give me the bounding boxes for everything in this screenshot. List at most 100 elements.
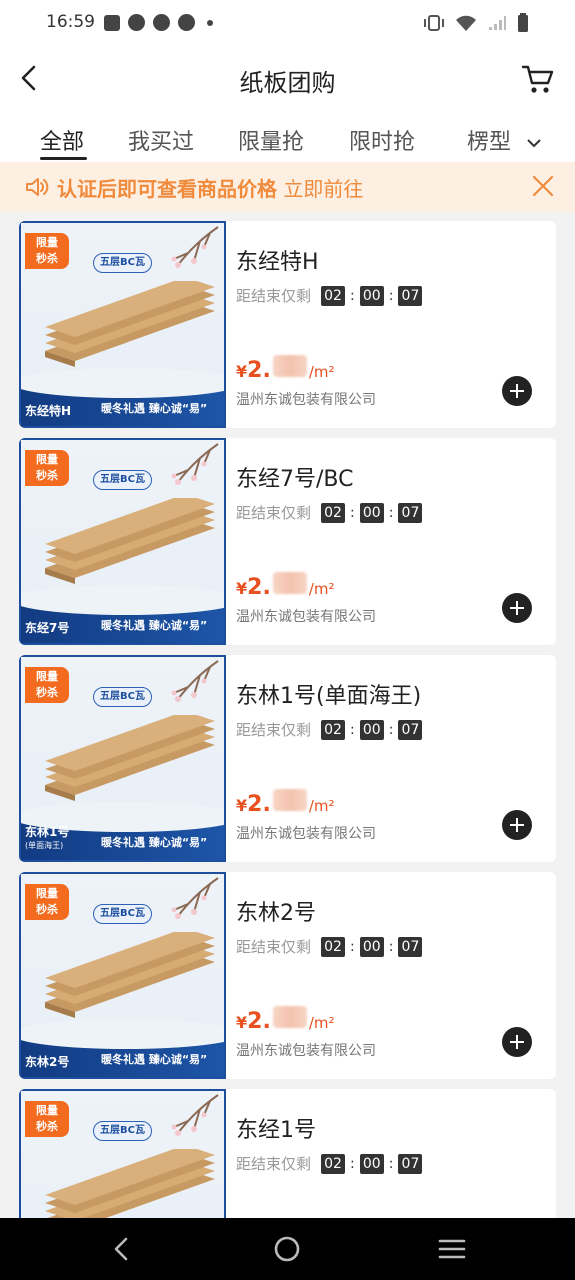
active-tab-indicator [40, 157, 87, 160]
price-hidden-blur [272, 789, 307, 811]
countdown: 距结束仅剩 02 : 00 : 07 [236, 1153, 423, 1174]
product-name: 东林1号(单面海王) [236, 684, 422, 709]
product-image: 限量 秒杀 五层BC瓦 东林1号 (单面海王) 暖冬礼遇 臻心诚“易” [19, 655, 226, 862]
price-hidden-blur [272, 355, 307, 377]
add-to-cart-button[interactable] [502, 376, 532, 406]
battery-icon [518, 13, 528, 32]
system-navigation-bar [0, 1218, 575, 1280]
close-icon[interactable] [531, 174, 555, 198]
currency-symbol: ¥ [236, 1013, 248, 1032]
cardboard-stack-illustration [45, 281, 215, 367]
product-image: 限量 秒杀 五层BC瓦 东经特H 暖冬礼遇 臻心诚“易” [19, 221, 226, 428]
product-image: 限量秒杀 五层BC瓦 暖冬礼遇 臻心诚“易” [19, 1089, 226, 1218]
countdown-seconds: 07 [398, 1153, 423, 1174]
ply-badge: 五层BC瓦 [93, 904, 152, 924]
supplier-name: 温州东诚包装有限公司 [236, 826, 376, 842]
nav-back-icon[interactable] [108, 1235, 136, 1263]
price-unit: /m² [308, 1014, 335, 1032]
image-slogan: 暖冬礼遇 臻心诚“易” [101, 1053, 208, 1066]
ply-badge: 五层BC瓦 [93, 470, 152, 490]
header: 纸板团购 [0, 46, 575, 112]
image-product-name: 东经7号 [25, 621, 70, 635]
price-visible: 2. [247, 575, 271, 600]
product-image: 限量 秒杀 五层BC瓦 东林2号 暖冬礼遇 臻心诚“易” [19, 872, 226, 1079]
tab-flute-type-label: 楞型 [467, 130, 512, 155]
countdown-label: 距结束仅剩 [236, 1155, 312, 1173]
countdown-seconds: 07 [398, 936, 423, 957]
price-unit: /m² [308, 363, 335, 381]
app-notification-icon [178, 14, 195, 31]
ply-badge: 五层BC瓦 [93, 687, 152, 707]
countdown-minutes: 00 [359, 719, 384, 740]
system-icons [423, 13, 529, 33]
image-product-name: 东经特H [25, 404, 72, 418]
app-notification-icon [153, 14, 170, 31]
notice-link[interactable]: 立即前往 [283, 177, 363, 201]
supplier-name: 温州东诚包装有限公司 [236, 1043, 376, 1059]
promo-badge: 限量 秒杀 [25, 1101, 69, 1137]
product-info: 东林2号 距结束仅剩 02 : 00 : 07 ¥ 2. /m² 温州东诚包装有… [236, 872, 546, 1079]
price-hidden-blur [272, 572, 307, 594]
countdown-hours: 02 [321, 719, 346, 740]
product-card[interactable]: 限量 秒杀 五层BC瓦 东林2号 暖冬礼遇 臻心诚“易” 东林2号 距结束仅剩 0… [19, 872, 556, 1079]
notice-text: 认证后即可查看商品价格 立即前往 [57, 173, 363, 202]
cardboard-stack-illustration [45, 498, 215, 584]
supplier-name: 温州东诚包装有限公司 [236, 609, 376, 625]
add-to-cart-button[interactable] [502, 1027, 532, 1057]
currency-symbol: ¥ [236, 796, 248, 815]
app-notification-icon [128, 14, 145, 31]
price: ¥ 2. /m² [236, 789, 335, 817]
image-product-name: 东林1号 (单面海王) [25, 825, 70, 851]
plum-branch-decoration [171, 660, 219, 702]
tab-limited-time[interactable]: 限时抢 [349, 124, 415, 156]
plum-branch-decoration [171, 226, 219, 268]
tab-all[interactable]: 全部 [40, 124, 84, 156]
signal-icon [489, 16, 506, 30]
countdown-seconds: 07 [398, 502, 423, 523]
status-bar: 16:59 [0, 0, 575, 46]
speaker-icon [26, 178, 49, 196]
page-title: 纸板团购 [239, 69, 336, 97]
countdown: 距结束仅剩 02 : 00 : 07 [236, 936, 423, 957]
promo-badge: 限量 秒杀 [25, 450, 69, 486]
product-name: 东经特H [236, 250, 319, 275]
currency-symbol: ¥ [236, 579, 248, 598]
plum-branch-decoration [171, 877, 219, 919]
product-info: 东经1号 距结束仅剩 02 : 00 : 07 ¥ 2. /m² 温州东诚包装有… [236, 1089, 546, 1218]
notice-message: 认证后即可查看商品价格 [57, 177, 277, 201]
image-banner: 东经7号 暖冬礼遇 臻心诚“易” [21, 585, 224, 643]
product-card[interactable]: 限量 秒杀 五层BC瓦 东经7号 暖冬礼遇 臻心诚“易” 东经7号/BC 距结束仅… [19, 438, 556, 645]
nav-home-icon[interactable] [273, 1235, 301, 1263]
cardboard-stack-illustration [45, 1149, 215, 1218]
cart-icon[interactable] [519, 60, 557, 98]
price: ¥ 2. /m² [236, 572, 335, 600]
countdown-minutes: 00 [359, 285, 384, 306]
more-notifications-icon [207, 19, 213, 26]
product-card[interactable]: 限量秒杀 五层BC瓦 暖冬礼遇 臻心诚“易” 东经1号 距结束仅剩 02 : [19, 1089, 556, 1218]
countdown-label: 距结束仅剩 [236, 721, 312, 739]
nav-recents-icon[interactable] [438, 1238, 466, 1260]
add-to-cart-button[interactable] [502, 593, 532, 623]
image-banner: 东林1号 (单面海王) 暖冬礼遇 臻心诚“易” [21, 802, 224, 860]
product-card[interactable]: 限量 秒杀 五层BC瓦 东经特H 暖冬礼遇 臻心诚“易” 东经特H 距结束仅剩 0… [19, 221, 556, 428]
countdown-label: 距结束仅剩 [236, 287, 312, 305]
countdown-minutes: 00 [359, 1153, 384, 1174]
product-info: 东林1号(单面海王) 距结束仅剩 02 : 00 : 07 ¥ 2. /m² 温… [236, 655, 546, 862]
tab-flute-type[interactable]: 楞型 [467, 124, 542, 156]
cardboard-stack-illustration [45, 715, 215, 801]
image-slogan: 暖冬礼遇 臻心诚“易” [101, 619, 208, 632]
tab-limited-quantity[interactable]: 限量抢 [238, 124, 304, 156]
countdown-seconds: 07 [398, 719, 423, 740]
countdown: 距结束仅剩 02 : 00 : 07 [236, 285, 423, 306]
vibrate-icon [424, 15, 444, 31]
countdown-minutes: 00 [359, 502, 384, 523]
verification-notice: 认证后即可查看商品价格 立即前往 [0, 162, 575, 212]
countdown-hours: 02 [321, 502, 346, 523]
image-product-name: 东林2号 [25, 1055, 70, 1069]
add-to-cart-button[interactable] [502, 810, 532, 840]
tab-bought[interactable]: 我买过 [128, 124, 194, 156]
countdown-hours: 02 [321, 1153, 346, 1174]
product-card[interactable]: 限量 秒杀 五层BC瓦 东林1号 (单面海王) 暖冬礼遇 臻心诚“易” 东林1号(单… [19, 655, 556, 862]
promo-badge: 限量 秒杀 [25, 233, 69, 269]
countdown-hours: 02 [321, 285, 346, 306]
